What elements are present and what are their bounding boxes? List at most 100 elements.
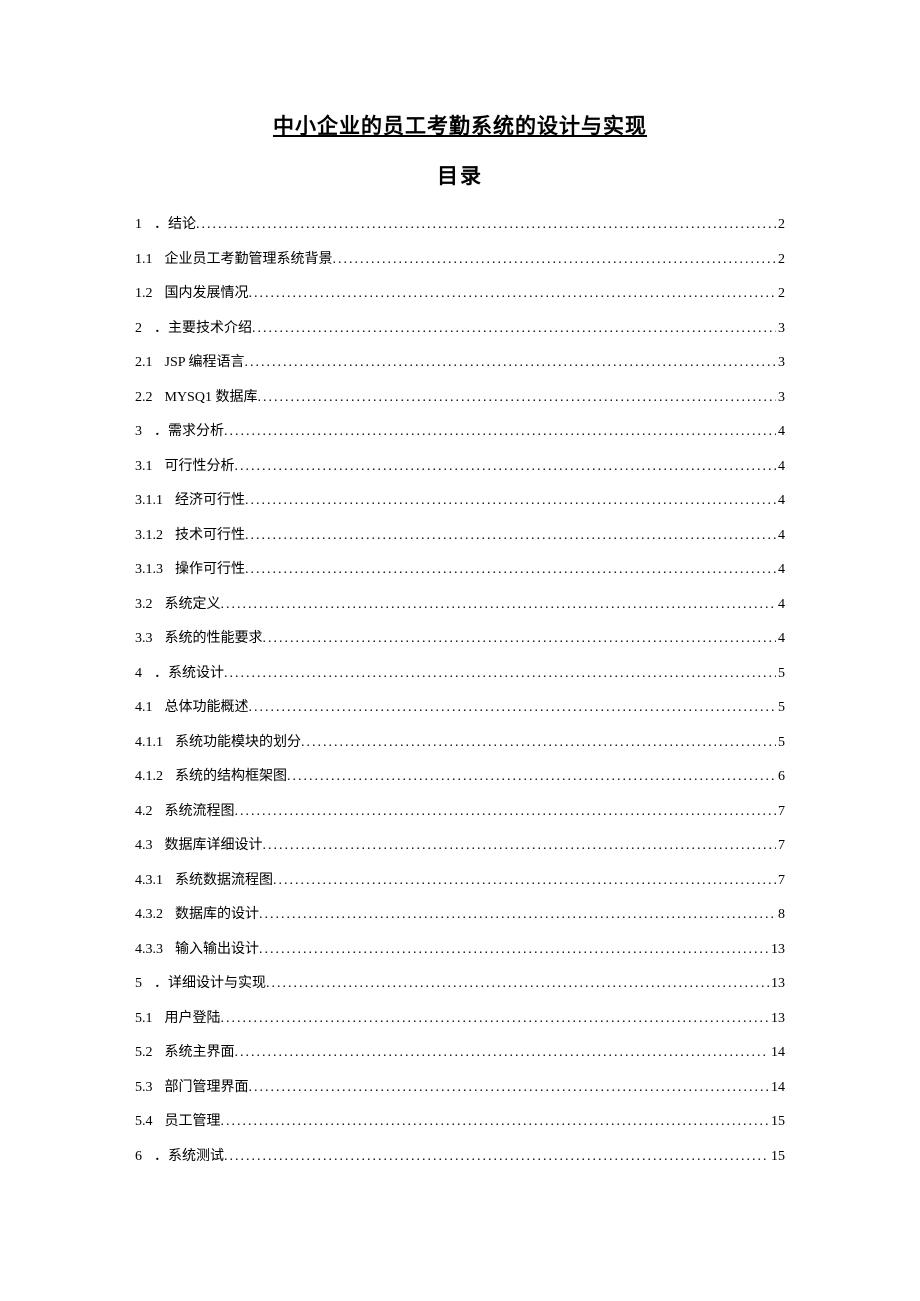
toc-entry-page: 13 — [769, 1012, 785, 1026]
toc-entry-page: 5 — [776, 736, 785, 750]
toc-entry: 1.1企业员工考勤管理系统背景2 — [135, 253, 785, 267]
toc-entry-text: 系统主界面 — [165, 1046, 235, 1060]
toc-entry-leader — [257, 391, 776, 405]
toc-entry-page: 3 — [776, 391, 785, 405]
toc-entry-number: 4.1.2 — [135, 770, 163, 784]
toc-entry-number: 3.1.1 — [135, 494, 163, 508]
toc-entry: 3.2系统定义4 — [135, 598, 785, 612]
toc-entry-number: 5 — [135, 977, 142, 991]
toc-entry-leader — [333, 253, 777, 267]
toc-entry-text: 数据库详细设计 — [165, 839, 263, 853]
toc-list: 1．结论2 1.1企业员工考勤管理系统背景2 1.2 国内发展情况 2 2．主要技术介绍3… — [135, 218, 785, 1164]
toc-entry-number: 4.3.1 — [135, 874, 163, 888]
toc-entry-number: 5.3 — [135, 1081, 153, 1095]
toc-entry-page: 2 — [776, 218, 785, 232]
toc-entry-number: 3 — [135, 425, 142, 439]
toc-entry-leader — [249, 701, 777, 715]
toc-entry-text: 国内发展情况 — [165, 287, 249, 301]
toc-entry-leader — [235, 805, 777, 819]
toc-entry-leader — [273, 874, 776, 888]
toc-entry-leader — [245, 356, 776, 370]
toc-entry-number: 4.1 — [135, 701, 153, 715]
toc-entry-page: 15 — [769, 1115, 785, 1129]
toc-entry: 4.1 总体功能概述 5 — [135, 701, 785, 715]
toc-entry-text: 系统的性能要求 — [165, 632, 263, 646]
toc-entry-number: 3.1 — [135, 460, 153, 474]
toc-entry-leader — [224, 425, 776, 439]
toc-entry-number: 4.1.1 — [135, 736, 163, 750]
toc-entry: 5.1用户登陆13 — [135, 1012, 785, 1026]
toc-entry-number: 3.2 — [135, 598, 153, 612]
toc-entry-text: JSP 编程语言 — [165, 356, 245, 370]
toc-entry-number: 1 — [135, 218, 142, 232]
toc-entry-text: 可行性分析 — [165, 460, 235, 474]
toc-entry-leader — [235, 1046, 770, 1060]
toc-entry-page: 13 — [769, 943, 785, 957]
toc-entry-page: 4 — [776, 460, 785, 474]
toc-entry-page: 5 — [776, 667, 785, 681]
toc-entry-text: 系统的结构框架图 — [175, 770, 287, 784]
toc-entry-number: 2.2 — [135, 391, 153, 405]
toc-entry: 5.3部门管理界面14 — [135, 1081, 785, 1095]
toc-entry: 3.1.2技术可行性4 — [135, 529, 785, 543]
toc-entry-number: 4.3.2 — [135, 908, 163, 922]
toc-entry: 5.2系统主界面14 — [135, 1046, 785, 1060]
toc-entry: 4.3数据库详细设计7 — [135, 839, 785, 853]
toc-entry-number: 4.2 — [135, 805, 153, 819]
toc-entry-text: ．系统设计 — [154, 667, 224, 681]
toc-entry-leader — [196, 218, 776, 232]
toc-entry: 3．需求分析4 — [135, 425, 785, 439]
toc-entry: 1．结论2 — [135, 218, 785, 232]
toc-entry-page: 2 — [776, 253, 785, 267]
toc-entry-page: 4 — [776, 563, 785, 577]
toc-entry: 1.2国内发展情况2 — [135, 287, 785, 301]
toc-entry-leader — [249, 287, 777, 301]
toc-entry-leader — [245, 563, 776, 577]
toc-entry: 5.4 员工管理 15 — [135, 1115, 785, 1129]
toc-entry-text: 系统定义 — [165, 598, 221, 612]
toc-entry-page: 7 — [776, 805, 785, 819]
toc-entry-leader — [301, 736, 776, 750]
toc-entry-text: 系统数据流程图 — [175, 874, 273, 888]
toc-entry: 6 ．系统测试 15 — [135, 1150, 785, 1164]
toc-entry: 4．系统设计5 — [135, 667, 785, 681]
toc-entry-number: 3.1.2 — [135, 529, 163, 543]
toc-entry-leader — [252, 322, 776, 336]
toc-entry-page: 13 — [769, 977, 785, 991]
toc-entry-text: ．系统测试 — [154, 1150, 224, 1164]
toc-entry-text: 部门管理界面 — [165, 1081, 249, 1095]
toc-entry-leader — [221, 1115, 770, 1129]
toc-entry-number: 5.4 — [135, 1115, 153, 1129]
toc-entry-page: 5 — [776, 701, 785, 715]
toc-entry-text: 总体功能概述 — [165, 701, 249, 715]
toc-entry-number: 3.3 — [135, 632, 153, 646]
toc-entry-page: 7 — [776, 839, 785, 853]
toc-entry-text: 经济可行性 — [175, 494, 245, 508]
toc-heading: 目录 — [135, 160, 785, 190]
toc-entry-text: ．需求分析 — [154, 425, 224, 439]
toc-entry-number: 5.1 — [135, 1012, 153, 1026]
toc-entry: 4.1.1系统功能模块的划分5 — [135, 736, 785, 750]
toc-entry-page: 7 — [776, 874, 785, 888]
toc-entry-text: ．详细设计与实现 — [154, 977, 266, 991]
toc-entry-leader — [224, 1150, 769, 1164]
toc-entry-page: 4 — [776, 529, 785, 543]
toc-entry-leader — [259, 943, 769, 957]
toc-entry: 5 ．详细设计与实现 13 — [135, 977, 785, 991]
toc-entry: 2．主要技术介绍3 — [135, 322, 785, 336]
toc-entry-leader — [259, 908, 776, 922]
toc-entry-number: 2.1 — [135, 356, 153, 370]
toc-entry-page: 4 — [776, 632, 785, 646]
toc-entry: 3.3 系统的性能要求 4 — [135, 632, 785, 646]
toc-entry-leader — [221, 598, 777, 612]
toc-entry-page: 8 — [776, 908, 785, 922]
toc-entry-text: 员工管理 — [165, 1115, 221, 1129]
document-title: 中小企业的员工考勤系统的设计与实现 — [135, 110, 785, 140]
toc-entry-number: 6 — [135, 1150, 142, 1164]
toc-entry: 3.1.3操作可行性4 — [135, 563, 785, 577]
toc-entry: 3.1.1经济可行性4 — [135, 494, 785, 508]
toc-entry-page: 15 — [769, 1150, 785, 1164]
toc-entry-leader — [249, 1081, 770, 1095]
toc-entry: 4.3.3输入输出设计13 — [135, 943, 785, 957]
toc-entry-number: 1.2 — [135, 287, 153, 301]
